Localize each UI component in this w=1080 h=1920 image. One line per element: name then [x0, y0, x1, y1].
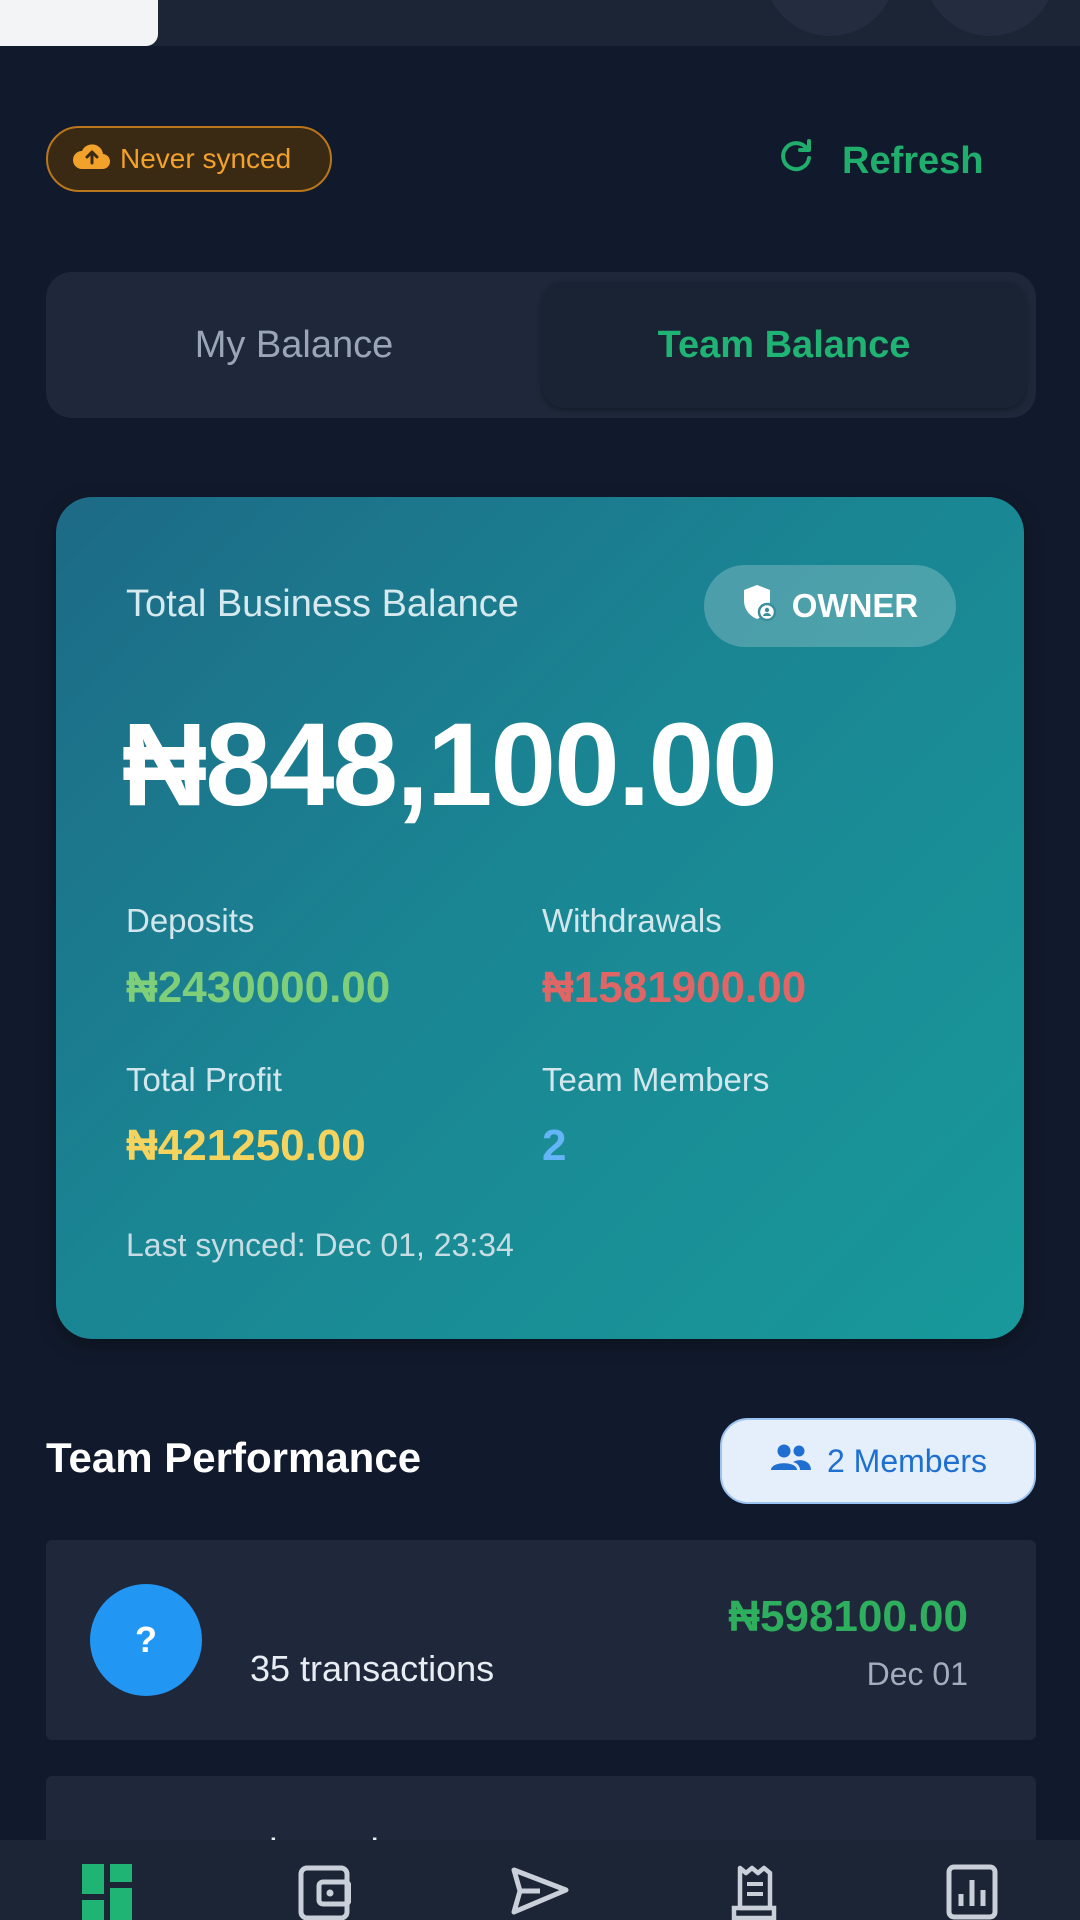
top-action-button-2[interactable] [924, 0, 1056, 36]
member-date: Dec 01 [866, 1656, 968, 1692]
shield-user-icon [742, 583, 776, 629]
deposits-label: Deposits [126, 902, 255, 939]
withdrawals-value: ₦1581900.00 [542, 963, 807, 1012]
balance-tabs: My Balance Team Balance [46, 272, 1036, 418]
total-profit-label: Total Profit [126, 1061, 282, 1098]
owner-role-badge: OWNER [704, 565, 956, 647]
cloud-upload-icon [72, 141, 112, 178]
top-action-button-1[interactable] [764, 0, 896, 36]
send-icon [510, 1864, 570, 1920]
app-screen: Never synced Refresh My Balance Team Bal… [0, 0, 1080, 1920]
team-performance-title: Team Performance [46, 1434, 422, 1481]
nav-wallet[interactable] [292, 1864, 356, 1920]
team-balance-card: Total Business Balance OWNER ₦848,100.00… [56, 497, 1024, 1339]
deposits-value: ₦2430000.00 [126, 963, 391, 1012]
sync-status-label: Never synced [120, 143, 292, 174]
sync-status-badge[interactable]: Never synced [46, 126, 332, 192]
team-members-value: 2 [542, 1121, 567, 1170]
team-members-label: Team Members [542, 1061, 770, 1098]
wallet-icon [297, 1864, 352, 1920]
transactions-count: 35 transactions [250, 1648, 495, 1689]
receipt-icon [730, 1864, 782, 1920]
refresh-button[interactable]: Refresh [776, 130, 984, 192]
nav-receipts[interactable] [724, 1864, 788, 1920]
tab-my-balance[interactable]: My Balance [46, 272, 542, 418]
total-balance-label: Total Business Balance [126, 583, 519, 625]
nav-send[interactable] [508, 1864, 572, 1920]
owner-role-label: OWNER [791, 587, 919, 624]
team-member-row[interactable]: ? 35 transactions ₦598100.00 Dec 01 [46, 1540, 1036, 1740]
group-icon [769, 1442, 813, 1480]
tab-team-balance[interactable]: Team Balance [542, 282, 1026, 408]
members-count-label: 2 Members [826, 1442, 988, 1479]
members-count-button[interactable]: 2 Members [720, 1418, 1036, 1504]
withdrawals-label: Withdrawals [542, 902, 722, 939]
top-app-bar [0, 0, 1080, 46]
refresh-icon [776, 136, 816, 186]
total-profit-value: ₦421250.00 [126, 1121, 366, 1170]
refresh-label: Refresh [842, 139, 984, 182]
avatar: ? [90, 1584, 202, 1696]
member-amount: ₦598100.00 [728, 1592, 968, 1641]
dashboard-icon [82, 1864, 134, 1920]
top-left-element[interactable] [0, 0, 158, 46]
bottom-navigation [0, 1840, 1080, 1920]
total-balance-amount: ₦848,100.00 [122, 699, 778, 831]
chart-icon [946, 1864, 998, 1920]
nav-reports[interactable] [940, 1864, 1004, 1920]
last-synced-text: Last synced: Dec 01, 23:34 [126, 1227, 514, 1263]
nav-dashboard[interactable] [76, 1864, 140, 1920]
